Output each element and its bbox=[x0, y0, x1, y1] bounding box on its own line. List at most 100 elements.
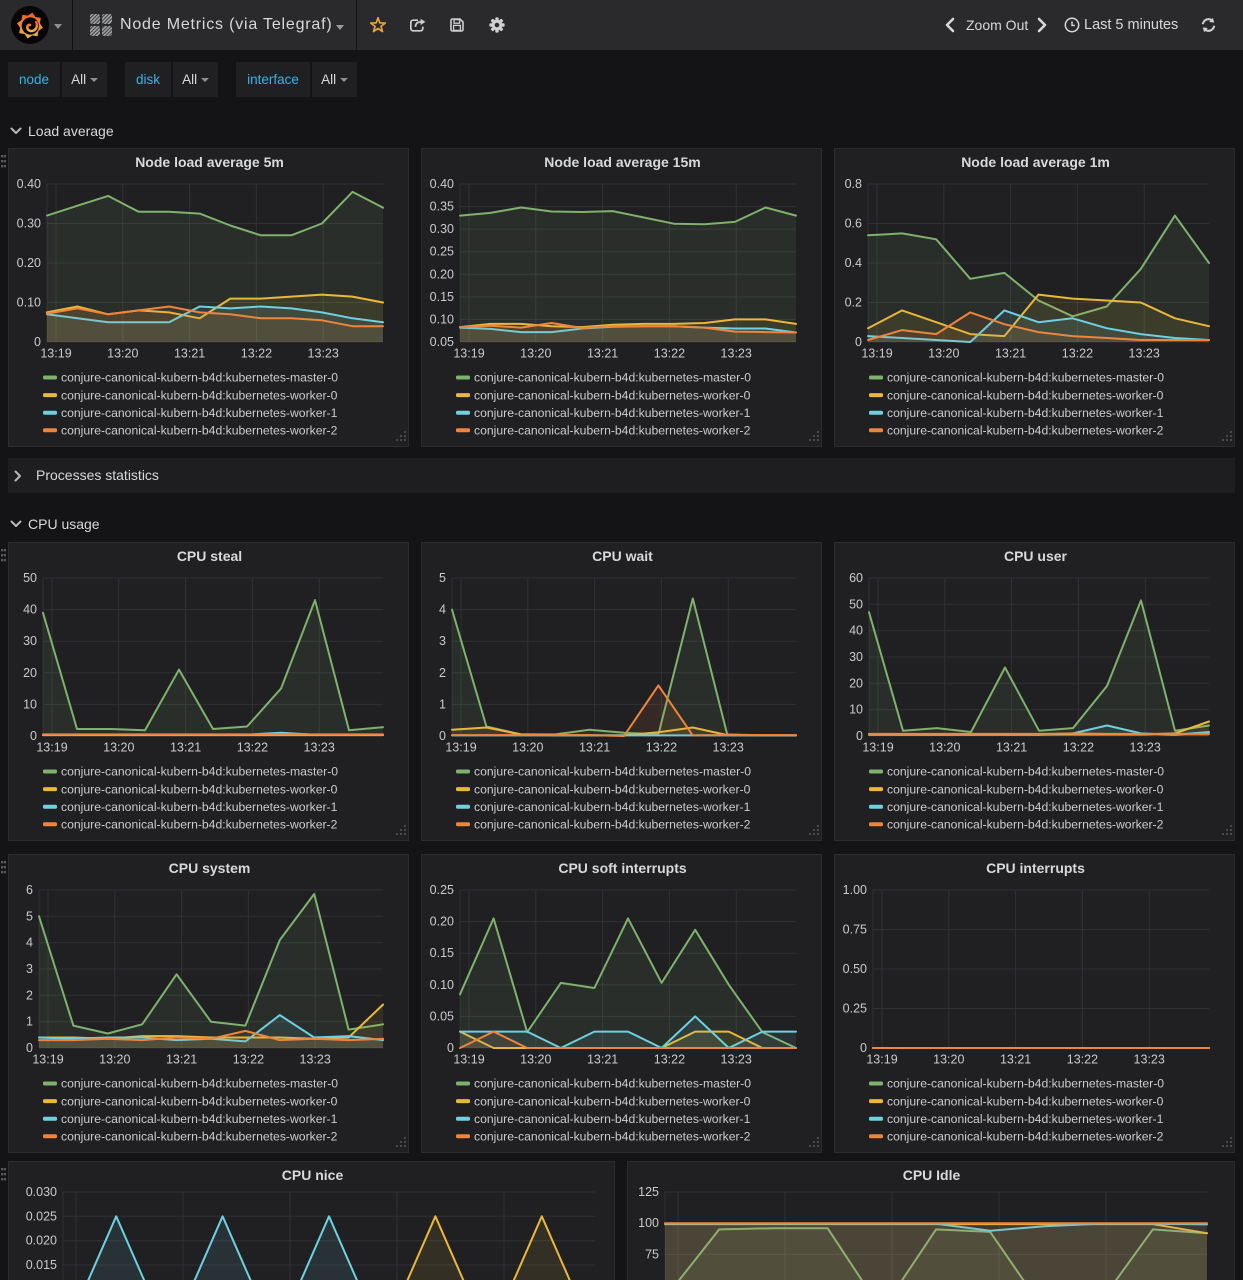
svg-text:13:20: 13:20 bbox=[929, 741, 960, 755]
svg-text:13:20: 13:20 bbox=[520, 347, 551, 361]
svg-text:conjure-canonical-kubern-b4d:k: conjure-canonical-kubern-b4d:kubernetes-… bbox=[61, 1112, 338, 1126]
svg-text:13:22: 13:22 bbox=[654, 347, 685, 361]
svg-text:conjure-canonical-kubern-b4d:k: conjure-canonical-kubern-b4d:kubernetes-… bbox=[887, 388, 1164, 402]
svg-text:60: 60 bbox=[849, 571, 863, 585]
svg-text:0.20: 0.20 bbox=[430, 267, 454, 281]
svg-text:13:21: 13:21 bbox=[587, 1053, 618, 1067]
svg-text:0.40: 0.40 bbox=[17, 177, 41, 191]
svg-text:CPU interrupts: CPU interrupts bbox=[986, 860, 1085, 876]
svg-text:13:21: 13:21 bbox=[174, 347, 205, 361]
svg-text:13:20: 13:20 bbox=[107, 347, 138, 361]
svg-text:13:22: 13:22 bbox=[1063, 741, 1094, 755]
svg-text:13:23: 13:23 bbox=[308, 347, 339, 361]
svg-text:1: 1 bbox=[439, 697, 446, 711]
svg-text:3: 3 bbox=[26, 962, 33, 976]
svg-text:6: 6 bbox=[26, 883, 33, 897]
svg-text:1: 1 bbox=[26, 1015, 33, 1029]
svg-text:13:19: 13:19 bbox=[862, 741, 893, 755]
svg-text:conjure-canonical-kubern-b4d:k: conjure-canonical-kubern-b4d:kubernetes-… bbox=[61, 1130, 338, 1144]
svg-text:0.30: 0.30 bbox=[17, 217, 41, 231]
svg-text:13:19: 13:19 bbox=[866, 1053, 897, 1067]
svg-text:conjure-canonical-kubern-b4d:k: conjure-canonical-kubern-b4d:kubernetes-… bbox=[474, 782, 751, 796]
svg-text:0.020: 0.020 bbox=[26, 1234, 57, 1248]
svg-text:20: 20 bbox=[23, 666, 37, 680]
svg-text:13:20: 13:20 bbox=[512, 741, 543, 755]
svg-text:conjure-canonical-kubern-b4d:k: conjure-canonical-kubern-b4d:kubernetes-… bbox=[887, 371, 1164, 385]
svg-text:13:19: 13:19 bbox=[453, 1053, 484, 1067]
svg-text:100: 100 bbox=[638, 1216, 659, 1230]
svg-text:0.030: 0.030 bbox=[26, 1185, 57, 1199]
svg-text:CPU soft interrupts: CPU soft interrupts bbox=[558, 860, 687, 876]
svg-text:0.25: 0.25 bbox=[843, 1002, 867, 1016]
svg-text:13:19: 13:19 bbox=[861, 347, 892, 361]
svg-text:0.10: 0.10 bbox=[430, 312, 454, 326]
svg-text:conjure-canonical-kubern-b4d:k: conjure-canonical-kubern-b4d:kubernetes-… bbox=[474, 800, 751, 814]
svg-text:0.20: 0.20 bbox=[430, 915, 454, 929]
svg-text:conjure-canonical-kubern-b4d:k: conjure-canonical-kubern-b4d:kubernetes-… bbox=[61, 1077, 338, 1091]
svg-text:13:23: 13:23 bbox=[1129, 347, 1160, 361]
svg-text:5: 5 bbox=[26, 909, 33, 923]
svg-text:0.20: 0.20 bbox=[17, 256, 41, 270]
svg-text:2: 2 bbox=[439, 666, 446, 680]
svg-text:13:22: 13:22 bbox=[233, 1053, 264, 1067]
svg-text:13:20: 13:20 bbox=[933, 1053, 964, 1067]
svg-text:0.75: 0.75 bbox=[843, 923, 867, 937]
svg-text:CPU Idle: CPU Idle bbox=[903, 1167, 961, 1183]
svg-text:13:21: 13:21 bbox=[996, 741, 1027, 755]
svg-text:0.05: 0.05 bbox=[430, 335, 454, 349]
svg-text:conjure-canonical-kubern-b4d:k: conjure-canonical-kubern-b4d:kubernetes-… bbox=[887, 818, 1164, 832]
svg-text:2: 2 bbox=[26, 988, 33, 1002]
svg-text:5: 5 bbox=[439, 571, 446, 585]
svg-text:0.6: 0.6 bbox=[845, 217, 862, 231]
svg-text:0.2: 0.2 bbox=[845, 296, 862, 310]
svg-text:13:23: 13:23 bbox=[713, 741, 744, 755]
svg-text:0.10: 0.10 bbox=[430, 978, 454, 992]
svg-text:conjure-canonical-kubern-b4d:k: conjure-canonical-kubern-b4d:kubernetes-… bbox=[474, 1112, 751, 1126]
svg-text:0.4: 0.4 bbox=[845, 256, 862, 270]
svg-text:10: 10 bbox=[849, 703, 863, 717]
svg-text:13:23: 13:23 bbox=[721, 1053, 752, 1067]
svg-text:conjure-canonical-kubern-b4d:k: conjure-canonical-kubern-b4d:kubernetes-… bbox=[887, 1094, 1164, 1108]
svg-text:CPU steal: CPU steal bbox=[177, 548, 242, 564]
svg-text:50: 50 bbox=[849, 597, 863, 611]
svg-text:Node load average 1m: Node load average 1m bbox=[961, 154, 1110, 170]
svg-text:0.8: 0.8 bbox=[845, 177, 862, 191]
svg-text:13:21: 13:21 bbox=[587, 347, 618, 361]
svg-text:conjure-canonical-kubern-b4d:k: conjure-canonical-kubern-b4d:kubernetes-… bbox=[887, 782, 1164, 796]
svg-text:40: 40 bbox=[849, 624, 863, 638]
svg-text:13:22: 13:22 bbox=[1062, 347, 1093, 361]
svg-text:13:19: 13:19 bbox=[453, 347, 484, 361]
svg-text:13:23: 13:23 bbox=[1134, 1053, 1165, 1067]
svg-text:13:20: 13:20 bbox=[928, 347, 959, 361]
svg-text:13:22: 13:22 bbox=[241, 347, 272, 361]
svg-text:0.30: 0.30 bbox=[430, 222, 454, 236]
svg-text:conjure-canonical-kubern-b4d:k: conjure-canonical-kubern-b4d:kubernetes-… bbox=[474, 1094, 751, 1108]
svg-text:3: 3 bbox=[439, 634, 446, 648]
svg-text:conjure-canonical-kubern-b4d:k: conjure-canonical-kubern-b4d:kubernetes-… bbox=[887, 1077, 1164, 1091]
svg-text:13:19: 13:19 bbox=[445, 741, 476, 755]
svg-text:10: 10 bbox=[23, 697, 37, 711]
svg-text:0.015: 0.015 bbox=[26, 1258, 57, 1272]
svg-text:4: 4 bbox=[439, 603, 446, 617]
svg-text:4: 4 bbox=[26, 936, 33, 950]
svg-text:50: 50 bbox=[23, 571, 37, 585]
svg-text:40: 40 bbox=[23, 603, 37, 617]
svg-text:Node load average 5m: Node load average 5m bbox=[135, 154, 284, 170]
svg-text:125: 125 bbox=[638, 1185, 659, 1199]
svg-text:30: 30 bbox=[23, 634, 37, 648]
svg-text:13:22: 13:22 bbox=[654, 1053, 685, 1067]
svg-text:conjure-canonical-kubern-b4d:k: conjure-canonical-kubern-b4d:kubernetes-… bbox=[474, 424, 751, 438]
svg-text:conjure-canonical-kubern-b4d:k: conjure-canonical-kubern-b4d:kubernetes-… bbox=[887, 424, 1164, 438]
svg-text:conjure-canonical-kubern-b4d:k: conjure-canonical-kubern-b4d:kubernetes-… bbox=[61, 424, 338, 438]
svg-text:conjure-canonical-kubern-b4d:k: conjure-canonical-kubern-b4d:kubernetes-… bbox=[474, 371, 751, 385]
svg-text:0.15: 0.15 bbox=[430, 290, 454, 304]
svg-text:conjure-canonical-kubern-b4d:k: conjure-canonical-kubern-b4d:kubernetes-… bbox=[61, 388, 338, 402]
svg-text:conjure-canonical-kubern-b4d:k: conjure-canonical-kubern-b4d:kubernetes-… bbox=[61, 818, 338, 832]
svg-text:conjure-canonical-kubern-b4d:k: conjure-canonical-kubern-b4d:kubernetes-… bbox=[887, 406, 1164, 420]
svg-text:13:22: 13:22 bbox=[237, 741, 268, 755]
svg-text:conjure-canonical-kubern-b4d:k: conjure-canonical-kubern-b4d:kubernetes-… bbox=[887, 1112, 1164, 1126]
svg-text:13:23: 13:23 bbox=[1130, 741, 1161, 755]
svg-text:13:19: 13:19 bbox=[32, 1053, 63, 1067]
svg-text:conjure-canonical-kubern-b4d:k: conjure-canonical-kubern-b4d:kubernetes-… bbox=[474, 765, 751, 779]
svg-text:13:22: 13:22 bbox=[646, 741, 677, 755]
